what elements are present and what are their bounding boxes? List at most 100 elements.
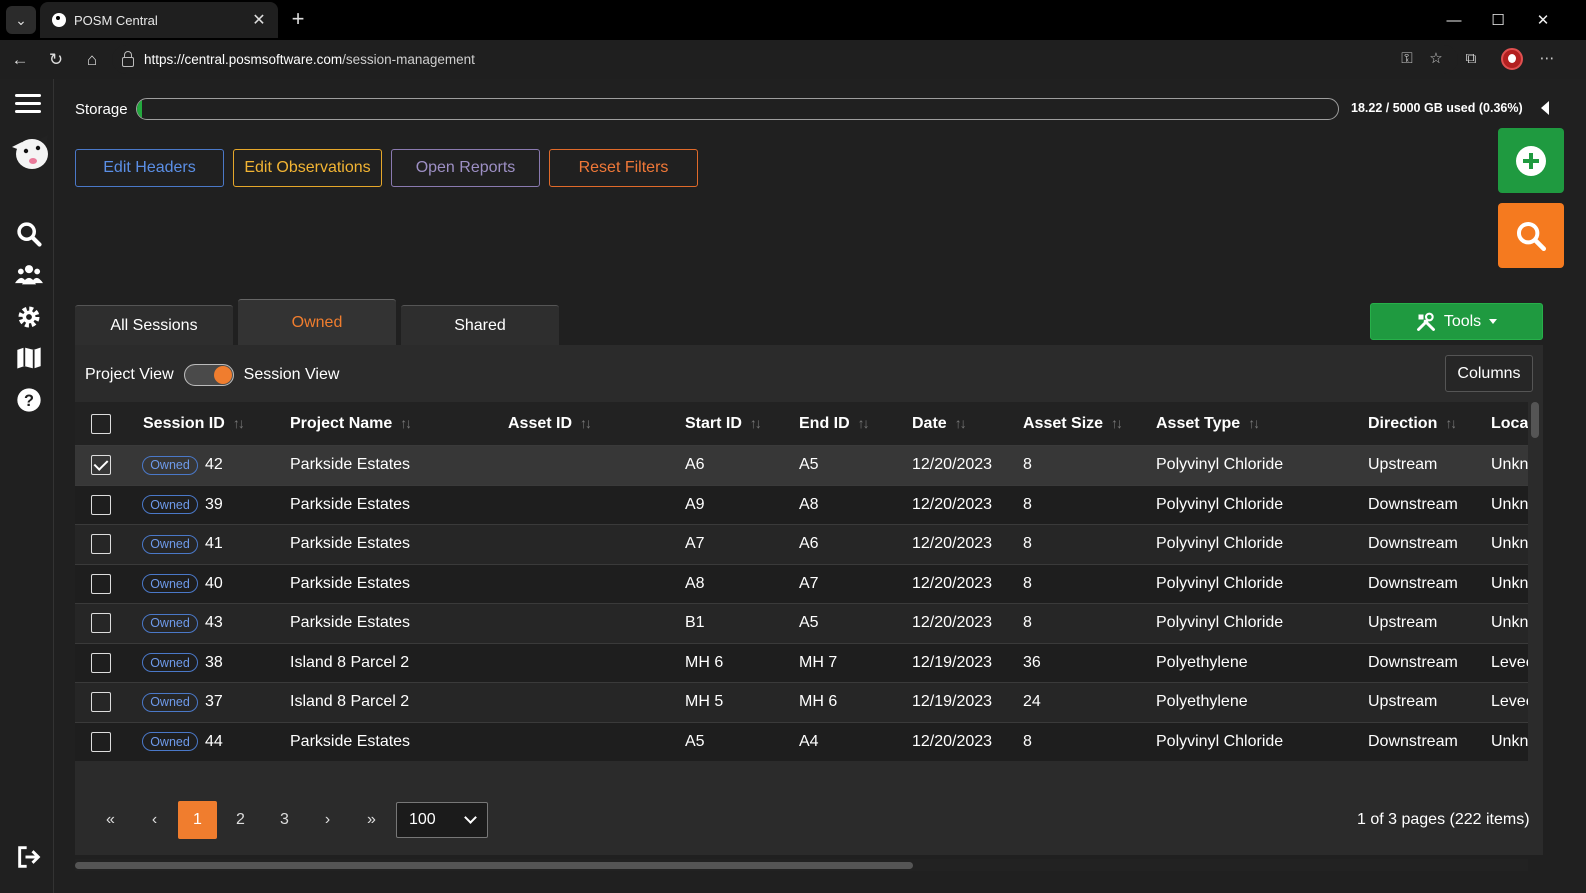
search-icon[interactable] xyxy=(15,220,43,248)
more-menu-icon[interactable]: ⋯ xyxy=(1536,48,1558,70)
header-project-name[interactable]: Project Name ↑↓ xyxy=(290,415,410,433)
tab-close-icon[interactable]: ✕ xyxy=(248,10,270,30)
sort-arrows-icon[interactable]: ↑↓ xyxy=(1445,415,1455,431)
view-toggle-switch[interactable] xyxy=(183,364,234,386)
sessions-panel: Project View Session View Columns Sessio… xyxy=(75,345,1543,871)
extensions-puzzle-icon[interactable]: ⧉ xyxy=(1460,48,1482,70)
owned-badge: Owned xyxy=(142,574,198,594)
tab-owned[interactable]: Owned xyxy=(238,299,396,345)
sort-arrows-icon[interactable]: ↑↓ xyxy=(750,415,760,431)
add-session-button[interactable] xyxy=(1498,128,1564,193)
cell-location: Unkn xyxy=(1491,614,1528,632)
header-session-id[interactable]: Session ID ↑↓ xyxy=(143,415,243,433)
header-date[interactable]: Date ↑↓ xyxy=(912,415,965,433)
owned-badge: Owned xyxy=(142,534,198,554)
horizontal-scrollbar[interactable] xyxy=(75,859,1528,871)
header-asset-id[interactable]: Asset ID ↑↓ xyxy=(508,415,590,433)
table-row[interactable]: Owned 37 Island 8 Parcel 2 MH 5 MH 6 12/19/20… xyxy=(75,682,1528,722)
select-all-checkbox[interactable] xyxy=(91,413,111,434)
minimize-window-button[interactable]: — xyxy=(1432,0,1476,40)
cell-type: Polyvinyl Chloride xyxy=(1156,732,1284,750)
browser-tab[interactable]: POSM Central ✕ xyxy=(40,2,278,38)
posm-logo-icon xyxy=(12,135,48,169)
table-row[interactable]: Owned 38 Island 8 Parcel 2 MH 6 MH 7 12/19/20… xyxy=(75,642,1528,682)
row-checkbox[interactable] xyxy=(91,652,111,673)
favorite-star-icon[interactable]: ☆ xyxy=(1425,48,1447,70)
reset-filters-button[interactable]: Reset Filters xyxy=(549,149,698,187)
cell-session-id: 39 xyxy=(205,495,223,513)
page-size-select[interactable]: 100 xyxy=(396,802,488,838)
page-3-button[interactable]: 3 xyxy=(265,801,304,839)
columns-button[interactable]: Columns xyxy=(1445,355,1533,392)
logout-icon[interactable] xyxy=(15,843,43,871)
view-toggle: Project View Session View xyxy=(85,364,339,386)
tab-shared[interactable]: Shared xyxy=(401,305,559,345)
sort-arrows-icon[interactable]: ↑↓ xyxy=(400,415,410,431)
home-icon[interactable]: ⌂ xyxy=(80,48,104,72)
profile-avatar[interactable] xyxy=(1501,48,1523,70)
close-window-button[interactable]: ✕ xyxy=(1521,0,1565,40)
tab-list-chevron-icon[interactable]: ⌄ xyxy=(6,6,36,34)
row-checkbox[interactable] xyxy=(91,731,111,752)
map-icon[interactable] xyxy=(15,344,43,372)
help-question-icon[interactable]: ? xyxy=(15,386,43,414)
first-page-button[interactable]: « xyxy=(91,801,130,839)
tools-dropdown-button[interactable]: Tools xyxy=(1370,303,1543,340)
header-asset-type[interactable]: Asset Type ↑↓ xyxy=(1156,415,1258,433)
tab-all-sessions[interactable]: All Sessions xyxy=(75,305,233,345)
settings-gear-icon[interactable] xyxy=(15,303,43,331)
page-1-button[interactable]: 1 xyxy=(178,801,217,839)
table-row[interactable]: Owned 44 Parkside Estates A5 A4 12/20/2023 8 Po… xyxy=(75,721,1528,761)
table-row[interactable]: Owned 39 Parkside Estates A9 A8 12/20/2023 8 Po… xyxy=(75,484,1528,524)
cell-project: Island 8 Parcel 2 xyxy=(290,693,410,711)
vertical-scrollbar-thumb[interactable] xyxy=(1531,402,1539,438)
horizontal-scrollbar-thumb[interactable] xyxy=(75,862,913,869)
header-end-id[interactable]: End ID ↑↓ xyxy=(799,415,868,433)
header-location[interactable]: Loca xyxy=(1491,415,1528,433)
maximize-window-button[interactable]: ☐ xyxy=(1476,0,1520,40)
table-row[interactable]: Owned 43 Parkside Estates B1 A5 12/20/2023 8 Po… xyxy=(75,603,1528,643)
hamburger-menu-icon[interactable] xyxy=(14,89,42,117)
prev-page-button[interactable]: ‹ xyxy=(135,801,174,839)
row-checkbox[interactable] xyxy=(91,573,111,594)
sort-arrows-icon[interactable]: ↑↓ xyxy=(233,415,243,431)
cell-start: A6 xyxy=(685,456,705,474)
last-page-button[interactable]: » xyxy=(352,801,391,839)
sort-arrows-icon[interactable]: ↑↓ xyxy=(580,415,590,431)
edit-observations-button[interactable]: Edit Observations xyxy=(233,149,382,187)
row-checkbox[interactable] xyxy=(91,534,111,555)
header-asset-size[interactable]: Asset Size ↑↓ xyxy=(1023,415,1121,433)
edit-headers-button[interactable]: Edit Headers xyxy=(75,149,224,187)
open-reports-button[interactable]: Open Reports xyxy=(391,149,540,187)
users-group-icon[interactable] xyxy=(15,261,43,289)
browser-tab-title: POSM Central xyxy=(74,12,158,28)
cell-date: 12/20/2023 xyxy=(912,535,993,553)
table-row[interactable]: Owned 41 Parkside Estates A7 A6 12/20/2023 8 Po… xyxy=(75,524,1528,564)
row-checkbox[interactable] xyxy=(91,494,111,515)
address-bar[interactable]: https://central.posmsoftware.com/session… xyxy=(112,45,1458,74)
header-start-id[interactable]: Start ID ↑↓ xyxy=(685,415,760,433)
sort-arrows-icon[interactable]: ↑↓ xyxy=(955,415,965,431)
sort-arrows-icon[interactable]: ↑↓ xyxy=(1111,415,1121,431)
cell-location: Unkn xyxy=(1491,732,1528,750)
table-row[interactable]: Owned 42 Parkside Estates A6 A5 12/20/2023 8 Po… xyxy=(75,445,1528,485)
new-tab-plus-icon[interactable]: + xyxy=(286,8,310,32)
collapse-left-arrow-icon[interactable] xyxy=(1541,101,1549,115)
back-arrow-icon[interactable]: ← xyxy=(8,48,32,72)
key-icon[interactable]: ⚿ xyxy=(1396,48,1418,70)
page-2-button[interactable]: 2 xyxy=(221,801,260,839)
reload-icon[interactable]: ↻ xyxy=(44,48,68,72)
row-checkbox[interactable] xyxy=(91,613,111,634)
sort-arrows-icon[interactable]: ↑↓ xyxy=(858,415,868,431)
next-page-button[interactable]: › xyxy=(308,801,347,839)
search-fab-button[interactable] xyxy=(1498,203,1564,268)
table-row[interactable]: Owned 40 Parkside Estates A8 A7 12/20/2023 8 Po… xyxy=(75,563,1528,603)
header-direction[interactable]: Direction ↑↓ xyxy=(1368,415,1455,433)
cell-project: Parkside Estates xyxy=(290,495,411,513)
row-checkbox[interactable] xyxy=(91,455,111,476)
owned-badge: Owned xyxy=(142,455,198,475)
plus-circle-icon xyxy=(1516,145,1546,176)
cell-type: Polyvinyl Chloride xyxy=(1156,574,1284,592)
sort-arrows-icon[interactable]: ↑↓ xyxy=(1248,415,1258,431)
row-checkbox[interactable] xyxy=(91,692,111,713)
